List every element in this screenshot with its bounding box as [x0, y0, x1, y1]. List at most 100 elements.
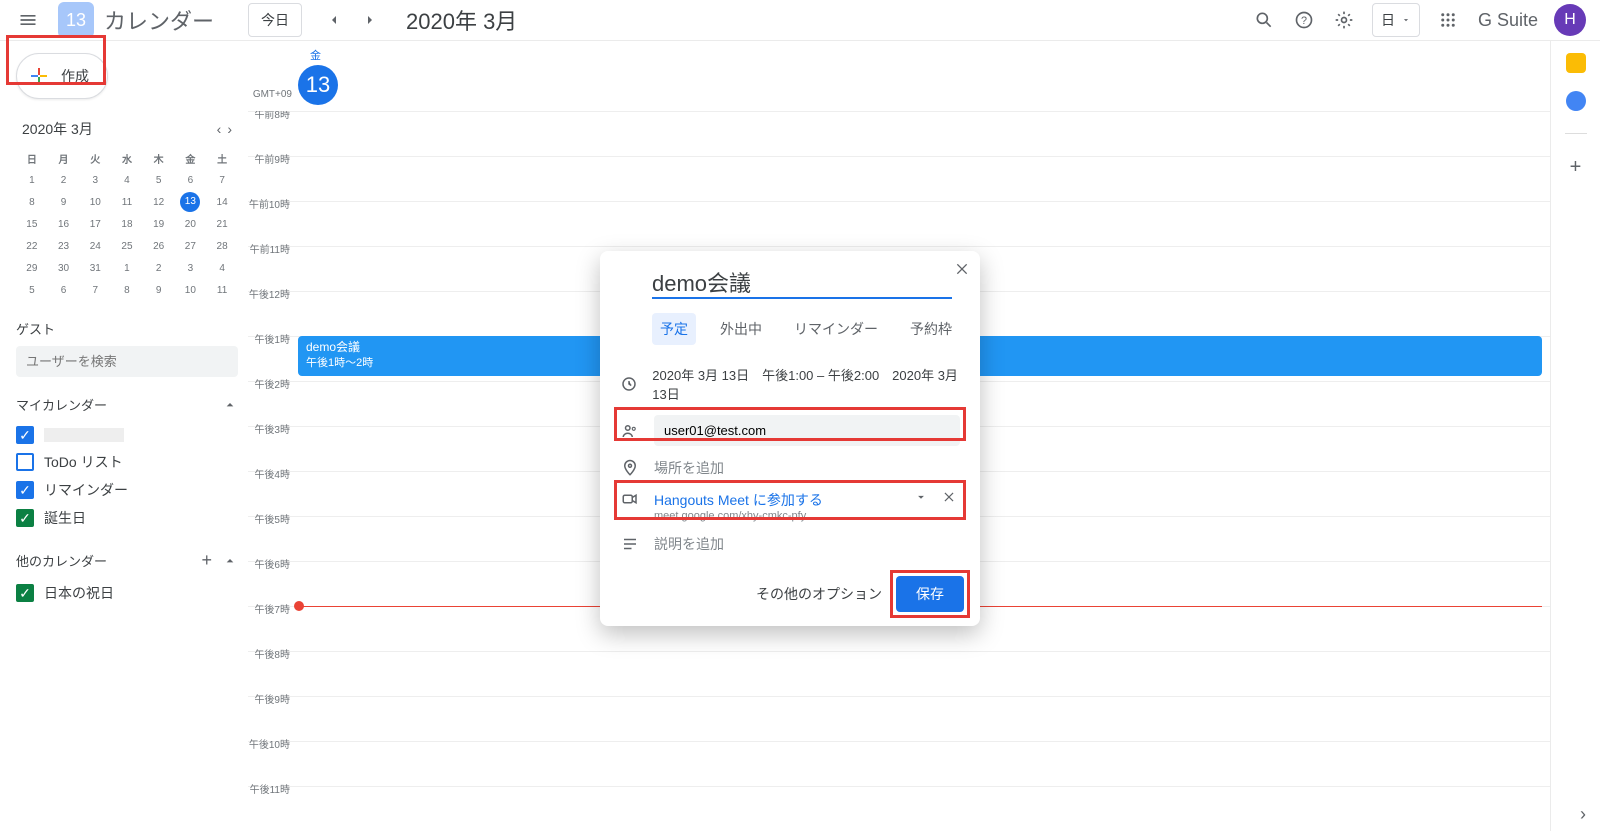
calendar-item[interactable]: ✓誕生日 [16, 504, 238, 532]
mini-day[interactable]: 16 [48, 213, 80, 235]
keep-icon[interactable] [1566, 53, 1586, 73]
mini-day[interactable]: 10 [175, 279, 207, 301]
mini-day[interactable]: 1 [111, 257, 143, 279]
calendar-checkbox[interactable]: ✓ [16, 584, 34, 602]
mini-day[interactable]: 6 [48, 279, 80, 301]
mini-day[interactable]: 5 [16, 279, 48, 301]
mini-day[interactable]: 14 [206, 191, 238, 213]
mini-day[interactable]: 2 [143, 257, 175, 279]
mini-day[interactable]: 8 [16, 191, 48, 213]
mini-day[interactable]: 1 [16, 169, 48, 191]
time-row[interactable]: 2020年 3月 13日 午後1:00 – 午後2:00 2020年 3月 13… [612, 359, 968, 409]
location-placeholder: 場所を追加 [654, 458, 724, 478]
mini-day[interactable]: 4 [206, 257, 238, 279]
calendar-item[interactable]: ✓日本の祝日 [16, 579, 238, 607]
mini-day[interactable]: 13 [175, 191, 207, 213]
mini-day[interactable]: 10 [79, 191, 111, 213]
meet-url: meet.google.com/xhy-cmkc-pfy [654, 510, 823, 522]
calendar-checkbox[interactable] [16, 453, 34, 471]
tab-out-of-office[interactable]: 外出中 [712, 313, 770, 345]
mini-day[interactable]: 29 [16, 257, 48, 279]
mini-day[interactable]: 19 [143, 213, 175, 235]
mini-day[interactable]: 31 [79, 257, 111, 279]
main-menu-button[interactable] [8, 0, 48, 40]
mini-day[interactable]: 25 [111, 235, 143, 257]
mini-day[interactable]: 22 [16, 235, 48, 257]
mini-day[interactable]: 11 [206, 279, 238, 301]
mini-day[interactable]: 3 [79, 169, 111, 191]
mini-day[interactable]: 2 [48, 169, 80, 191]
mini-day[interactable]: 8 [111, 279, 143, 301]
calendar-checkbox[interactable]: ✓ [16, 509, 34, 527]
hour-row[interactable]: 午後8時 [248, 651, 1550, 696]
mini-next[interactable]: › [227, 121, 232, 137]
mini-day[interactable]: 23 [48, 235, 80, 257]
mini-day[interactable]: 18 [111, 213, 143, 235]
guest-search-input[interactable] [16, 346, 238, 377]
mycal-collapse[interactable] [222, 397, 238, 413]
mini-day[interactable]: 6 [175, 169, 207, 191]
collapse-rail-button[interactable]: › [1580, 804, 1586, 825]
mini-day[interactable]: 9 [143, 279, 175, 301]
save-button[interactable]: 保存 [896, 576, 964, 612]
mini-day[interactable]: 4 [111, 169, 143, 191]
mini-day[interactable]: 7 [206, 169, 238, 191]
guest-input[interactable] [654, 415, 960, 446]
mini-day[interactable]: 11 [111, 191, 143, 213]
mini-day[interactable]: 15 [16, 213, 48, 235]
hour-row[interactable]: 午後11時 [248, 786, 1550, 831]
view-selector[interactable]: 日 [1372, 3, 1420, 37]
tab-reminder[interactable]: リマインダー [786, 313, 886, 345]
hour-row[interactable]: 午後10時 [248, 741, 1550, 786]
people-icon [621, 422, 639, 440]
mini-day[interactable]: 5 [143, 169, 175, 191]
add-other-calendar[interactable]: + [201, 550, 212, 571]
mini-day[interactable]: 27 [175, 235, 207, 257]
chevron-up-icon [222, 397, 238, 413]
mini-day[interactable]: 3 [175, 257, 207, 279]
hour-label: 午後1時 [248, 331, 298, 375]
calendar-checkbox[interactable]: ✓ [16, 481, 34, 499]
hour-row[interactable]: 午前9時 [248, 156, 1550, 201]
prev-button[interactable] [318, 4, 350, 36]
hour-row[interactable]: 午前8時 [248, 111, 1550, 156]
account-avatar[interactable]: H [1554, 4, 1586, 36]
mini-day[interactable]: 30 [48, 257, 80, 279]
help-button[interactable]: ? [1284, 0, 1324, 40]
meet-link[interactable]: Hangouts Meet に参加する [654, 490, 823, 510]
mini-day[interactable]: 28 [206, 235, 238, 257]
popup-close-button[interactable] [954, 261, 970, 277]
more-options-link[interactable]: その他のオプション [756, 584, 882, 604]
apps-button[interactable] [1428, 0, 1468, 40]
settings-button[interactable] [1324, 0, 1364, 40]
next-button[interactable] [354, 4, 386, 36]
calendar-item[interactable]: ✓リマインダー [16, 476, 238, 504]
mini-day[interactable]: 12 [143, 191, 175, 213]
event-title-input[interactable] [652, 267, 952, 299]
meet-expand[interactable] [914, 490, 928, 504]
mini-day[interactable]: 9 [48, 191, 80, 213]
mini-day[interactable]: 7 [79, 279, 111, 301]
hour-row[interactable]: 午後9時 [248, 696, 1550, 741]
search-button[interactable] [1244, 0, 1284, 40]
mini-day[interactable]: 26 [143, 235, 175, 257]
hour-row[interactable]: 午前10時 [248, 201, 1550, 246]
mini-day[interactable]: 24 [79, 235, 111, 257]
location-row[interactable]: 場所を追加 [612, 452, 968, 484]
day-number-badge[interactable]: 13 [298, 65, 338, 105]
description-row[interactable]: 説明を追加 [612, 528, 968, 560]
tasks-icon[interactable] [1566, 91, 1586, 111]
meet-remove[interactable] [942, 490, 956, 504]
calendar-item[interactable]: ✓ [16, 422, 238, 448]
mini-day[interactable]: 20 [175, 213, 207, 235]
tab-event[interactable]: 予定 [652, 313, 696, 345]
today-button[interactable]: 今日 [248, 3, 302, 37]
mini-day[interactable]: 21 [206, 213, 238, 235]
add-addon-button[interactable]: + [1570, 156, 1582, 179]
create-button[interactable]: 作成 [16, 53, 108, 99]
mini-prev[interactable]: ‹ [217, 121, 222, 137]
mini-day[interactable]: 17 [79, 213, 111, 235]
calendar-item[interactable]: ToDo リスト [16, 448, 238, 476]
calendar-checkbox[interactable]: ✓ [16, 426, 34, 444]
tab-appointment-slots[interactable]: 予約枠 [902, 313, 960, 345]
